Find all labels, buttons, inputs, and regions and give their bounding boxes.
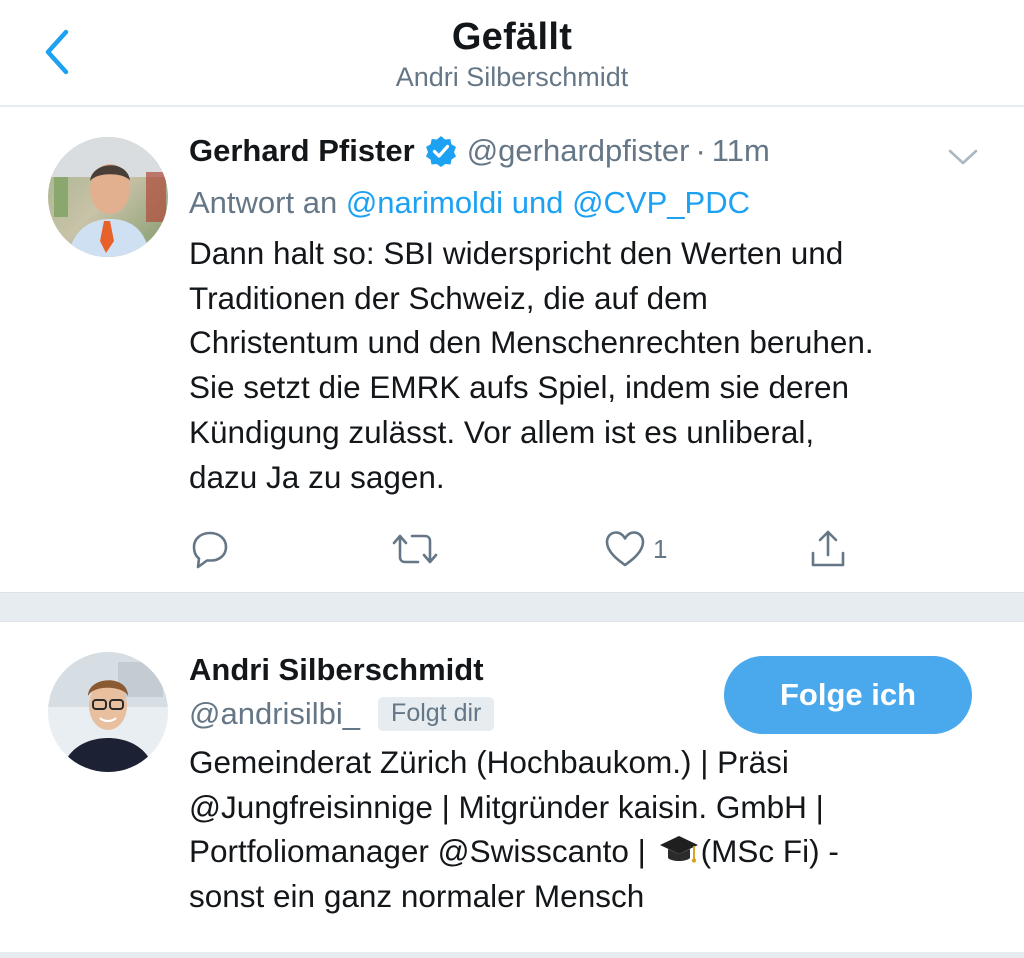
like-count: 1 <box>653 533 668 564</box>
tweet-text-line: dazu Ja zu sagen. <box>189 458 445 495</box>
tweet-text-line: Traditionen der Schweiz, die auf dem <box>189 279 708 316</box>
user-name[interactable]: Andri Silberschmidt <box>189 652 484 688</box>
tweet-actions: 1 <box>0 521 1024 577</box>
user-handle[interactable]: @andrisilbi_ <box>189 696 360 732</box>
chevron-down-icon <box>948 149 978 165</box>
bio-line: Gemeinderat Zürich (Hochbaukom.) | Präsi <box>189 744 789 780</box>
page-subtitle: Andri Silberschmidt <box>395 62 629 92</box>
tweet-text-line: Kündigung zulässt. Vor allem ist es unli… <box>189 413 815 450</box>
retweet-icon <box>392 534 438 564</box>
retweet-button[interactable] <box>390 525 440 573</box>
following-button[interactable]: Folge ich <box>724 656 972 734</box>
bio-line-text: (MSc Fi) - <box>700 833 839 870</box>
nav-header: Gefällt Andri Silberschmidt <box>0 0 1024 107</box>
avatar[interactable] <box>48 137 168 257</box>
tweet-timestamp[interactable]: 11m <box>712 133 770 169</box>
mention-link[interactable]: @narimoldi <box>346 185 503 220</box>
bio-line: sonst ein ganz normaler Mensch <box>189 878 645 915</box>
tweet-text-line: Dann halt so: SBI widerspricht den Werte… <box>189 235 844 271</box>
avatar-image <box>48 137 168 257</box>
section-divider <box>0 592 1024 622</box>
reply-prefix: Antwort an <box>189 185 338 220</box>
like-icon <box>605 531 645 567</box>
graduation-cap-icon <box>659 836 698 864</box>
share-icon <box>811 530 845 567</box>
bio-line-text: Portfoliomanager @Swisscanto | <box>189 833 655 870</box>
author-name[interactable]: Gerhard Pfister <box>189 133 415 169</box>
bio-line: @Jungfreisinnige | Mitgründer kaisin. Gm… <box>189 788 824 825</box>
verified-badge-icon <box>425 136 456 167</box>
share-button[interactable] <box>806 525 850 573</box>
reply-button[interactable] <box>188 525 232 573</box>
bio-line: Portfoliomanager @Swisscanto | (MSc Fi) … <box>189 829 989 874</box>
separator-dot: · <box>695 133 706 168</box>
page-title: Gefällt <box>451 16 573 58</box>
user-handle-line: @andrisilbi_ Folgt dir <box>189 696 495 732</box>
tweet-text: Dann halt so: SBI widerspricht den Werte… <box>189 231 989 499</box>
author-handle[interactable]: @gerhardpfister <box>467 133 690 169</box>
tweet-card[interactable]: Gerhard Pfister @gerhardpfister · 11m An… <box>0 109 1024 592</box>
reply-conjunction[interactable]: und <box>512 185 564 220</box>
follows-you-badge: Folgt dir <box>378 697 495 731</box>
mention-link[interactable]: @CVP_PDC <box>572 185 750 220</box>
tweet-header: Gerhard Pfister @gerhardpfister · 11m <box>189 133 770 169</box>
reply-context: Antwort an @narimoldi und @CVP_PDC <box>189 185 750 221</box>
user-card[interactable]: Andri Silberschmidt @andrisilbi_ Folgt d… <box>0 622 1024 958</box>
like-button[interactable]: 1 <box>603 525 667 573</box>
avatar[interactable] <box>48 652 168 772</box>
bottom-divider <box>0 952 1024 958</box>
tweet-menu-button[interactable] <box>944 143 982 169</box>
reply-icon <box>192 531 228 569</box>
tweet-text-line: Christentum und den Menschenrechten beru… <box>189 324 874 361</box>
tweet-text-line: Sie setzt die EMRK aufs Spiel, indem sie… <box>189 369 850 406</box>
avatar-image <box>48 652 168 772</box>
user-bio: Gemeinderat Zürich (Hochbaukom.) | Präsi… <box>189 740 989 919</box>
